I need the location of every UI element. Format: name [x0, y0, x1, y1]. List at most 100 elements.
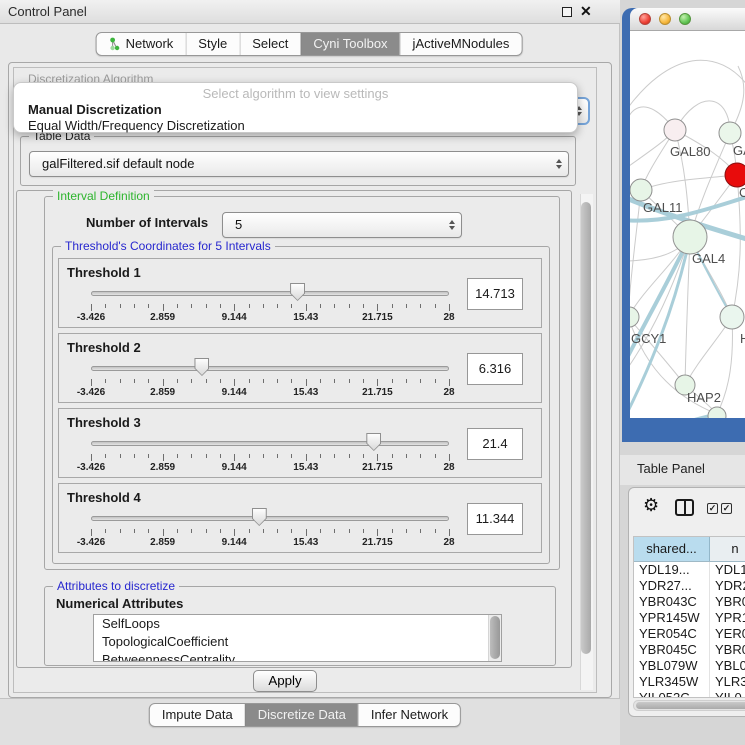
zoom-light-icon[interactable]	[679, 13, 691, 25]
threshold-panel-1: Threshold 1-3.4262.8599.14415.4321.71528…	[58, 258, 542, 328]
column-header-n[interactable]: n	[710, 537, 745, 561]
node-table: shared...n YDL19...YDL1YDR27...YDR2YBR04…	[633, 536, 745, 698]
table-horizontal-scrollbar[interactable]	[633, 700, 745, 711]
gear-icon[interactable]: ⚙	[643, 496, 659, 514]
tick-label: 15.43	[293, 387, 318, 398]
slider-handle[interactable]	[290, 283, 305, 301]
threshold-value-field[interactable]: 11.344	[467, 503, 523, 535]
tab-discretize-data[interactable]: Discretize Data	[245, 704, 358, 726]
threshold-value-field[interactable]: 14.713	[467, 278, 523, 310]
table-cell[interactable]: YLR3	[710, 674, 745, 690]
list-item-selfloops[interactable]: SelfLoops	[94, 615, 501, 633]
table-row[interactable]: YBR045CYBR0	[634, 642, 745, 658]
tab-network[interactable]: Network	[97, 33, 186, 55]
list-scrollbar[interactable]	[488, 615, 501, 661]
tick-label: 21.715	[362, 537, 393, 548]
table-cell[interactable]: YBR045C	[634, 642, 710, 658]
table-cell[interactable]: YBR0	[710, 642, 745, 658]
split-columns-icon[interactable]	[675, 499, 694, 516]
tick-label: 15.43	[293, 537, 318, 548]
panel-scrollbar-thumb[interactable]	[581, 202, 591, 654]
tick-mark	[91, 529, 92, 536]
number-of-intervals-combobox[interactable]: 5	[222, 212, 462, 238]
tick-mark	[148, 379, 149, 383]
table-cell[interactable]: YDR27...	[634, 578, 710, 594]
node-label-gcy1: GCY1	[631, 331, 666, 346]
popup-option-manual-discretization[interactable]: Manual Discretization	[14, 102, 577, 118]
minimize-light-icon[interactable]	[659, 13, 671, 25]
network-node[interactable]	[708, 407, 726, 418]
table-cell[interactable]: YBR043C	[634, 594, 710, 610]
slider-handle[interactable]	[194, 358, 209, 376]
network-node[interactable]	[720, 305, 744, 329]
checkbox-icon[interactable]: ✓	[707, 503, 718, 514]
table-cell[interactable]: YBL079W	[634, 658, 710, 674]
checkbox-icon[interactable]: ✓	[721, 503, 732, 514]
list-item-topologicalcoefficient[interactable]: TopologicalCoefficient	[94, 633, 501, 651]
network-node[interactable]	[664, 119, 686, 141]
list-scrollbar-thumb[interactable]	[490, 616, 500, 659]
table-data-combobox[interactable]: galFiltered.sif default node	[29, 151, 569, 177]
slider-track[interactable]	[91, 291, 449, 296]
numerical-attributes-list: SelfLoopsTopologicalCoefficientBetweenne…	[93, 614, 502, 662]
table-cell[interactable]: YER0	[710, 626, 745, 642]
table-row[interactable]: YBL079WYBL0	[634, 658, 745, 674]
apply-button[interactable]: Apply	[253, 670, 317, 692]
table-cell[interactable]: YIL052C	[634, 690, 710, 698]
table-cell[interactable]: YBL0	[710, 658, 745, 674]
tab-cyni-toolbox[interactable]: Cyni Toolbox	[300, 33, 399, 55]
list-item-betweennesscentrality[interactable]: BetweennessCentrality	[94, 651, 501, 662]
network-node[interactable]	[719, 122, 741, 144]
tick-mark	[249, 529, 250, 533]
slider-ticks	[91, 529, 449, 537]
threshold-value-field[interactable]: 6.316	[467, 353, 523, 385]
slider-handle[interactable]	[366, 433, 381, 451]
tick-labels: -3.4262.8599.14415.4321.71528	[91, 537, 449, 549]
tab-jactivemnodules[interactable]: jActiveMNodules	[400, 33, 522, 55]
table-cell[interactable]: YDR2	[710, 578, 745, 594]
slider-handle-face	[367, 434, 380, 450]
slider-track[interactable]	[91, 366, 449, 371]
network-node[interactable]	[673, 220, 707, 254]
table-cell[interactable]: YDL1	[710, 562, 745, 578]
tick-mark	[263, 304, 264, 308]
table-row[interactable]: YPR145WYPR1	[634, 610, 745, 626]
threshold-value-field[interactable]: 21.4	[467, 428, 523, 460]
node-label-hap2: HAP2	[687, 390, 721, 405]
network-edge	[630, 414, 717, 418]
table-scrollbar-thumb[interactable]	[636, 702, 745, 709]
table-row[interactable]: YLR345WYLR3	[634, 674, 745, 690]
network-node[interactable]	[630, 179, 652, 201]
slider-track[interactable]	[91, 441, 449, 446]
table-row[interactable]: YDL19...YDL1	[634, 562, 745, 578]
popup-option-equal-width-frequency[interactable]: Equal Width/Frequency Discretization	[14, 118, 577, 134]
table-cell[interactable]: YIL0	[710, 690, 745, 698]
slider-handle[interactable]	[252, 508, 267, 526]
close-icon[interactable]: ✕	[580, 3, 592, 20]
tick-mark	[435, 304, 436, 308]
table-cell[interactable]: YER054C	[634, 626, 710, 642]
network-canvas[interactable]: GAL80GACGAL11GAL4GCY1HHAP2	[630, 31, 745, 418]
table-row[interactable]: YIL052CYIL0	[634, 690, 745, 698]
network-node[interactable]	[630, 307, 639, 327]
table-row[interactable]: YDR27...YDR2	[634, 578, 745, 594]
table-cell[interactable]: YPR145W	[634, 610, 710, 626]
table-cell[interactable]: YPR1	[710, 610, 745, 626]
table-cell[interactable]: YBR0	[710, 594, 745, 610]
close-light-icon[interactable]	[639, 13, 651, 25]
tab-style[interactable]: Style	[185, 33, 239, 55]
tick-mark	[435, 454, 436, 458]
tab-impute-data[interactable]: Impute Data	[150, 704, 245, 726]
tick-mark	[420, 529, 421, 533]
column-header-shared[interactable]: shared...	[634, 537, 710, 561]
slider-track[interactable]	[91, 516, 449, 521]
table-cell[interactable]: YDL19...	[634, 562, 710, 578]
network-node[interactable]	[725, 163, 745, 187]
tab-select[interactable]: Select	[239, 33, 300, 55]
table-row[interactable]: YER054CYER0	[634, 626, 745, 642]
float-window-icon[interactable]	[562, 7, 572, 17]
network-window-titlebar[interactable]	[630, 8, 745, 31]
tab-infer-network[interactable]: Infer Network	[358, 704, 460, 726]
table-cell[interactable]: YLR345W	[634, 674, 710, 690]
table-row[interactable]: YBR043CYBR0	[634, 594, 745, 610]
